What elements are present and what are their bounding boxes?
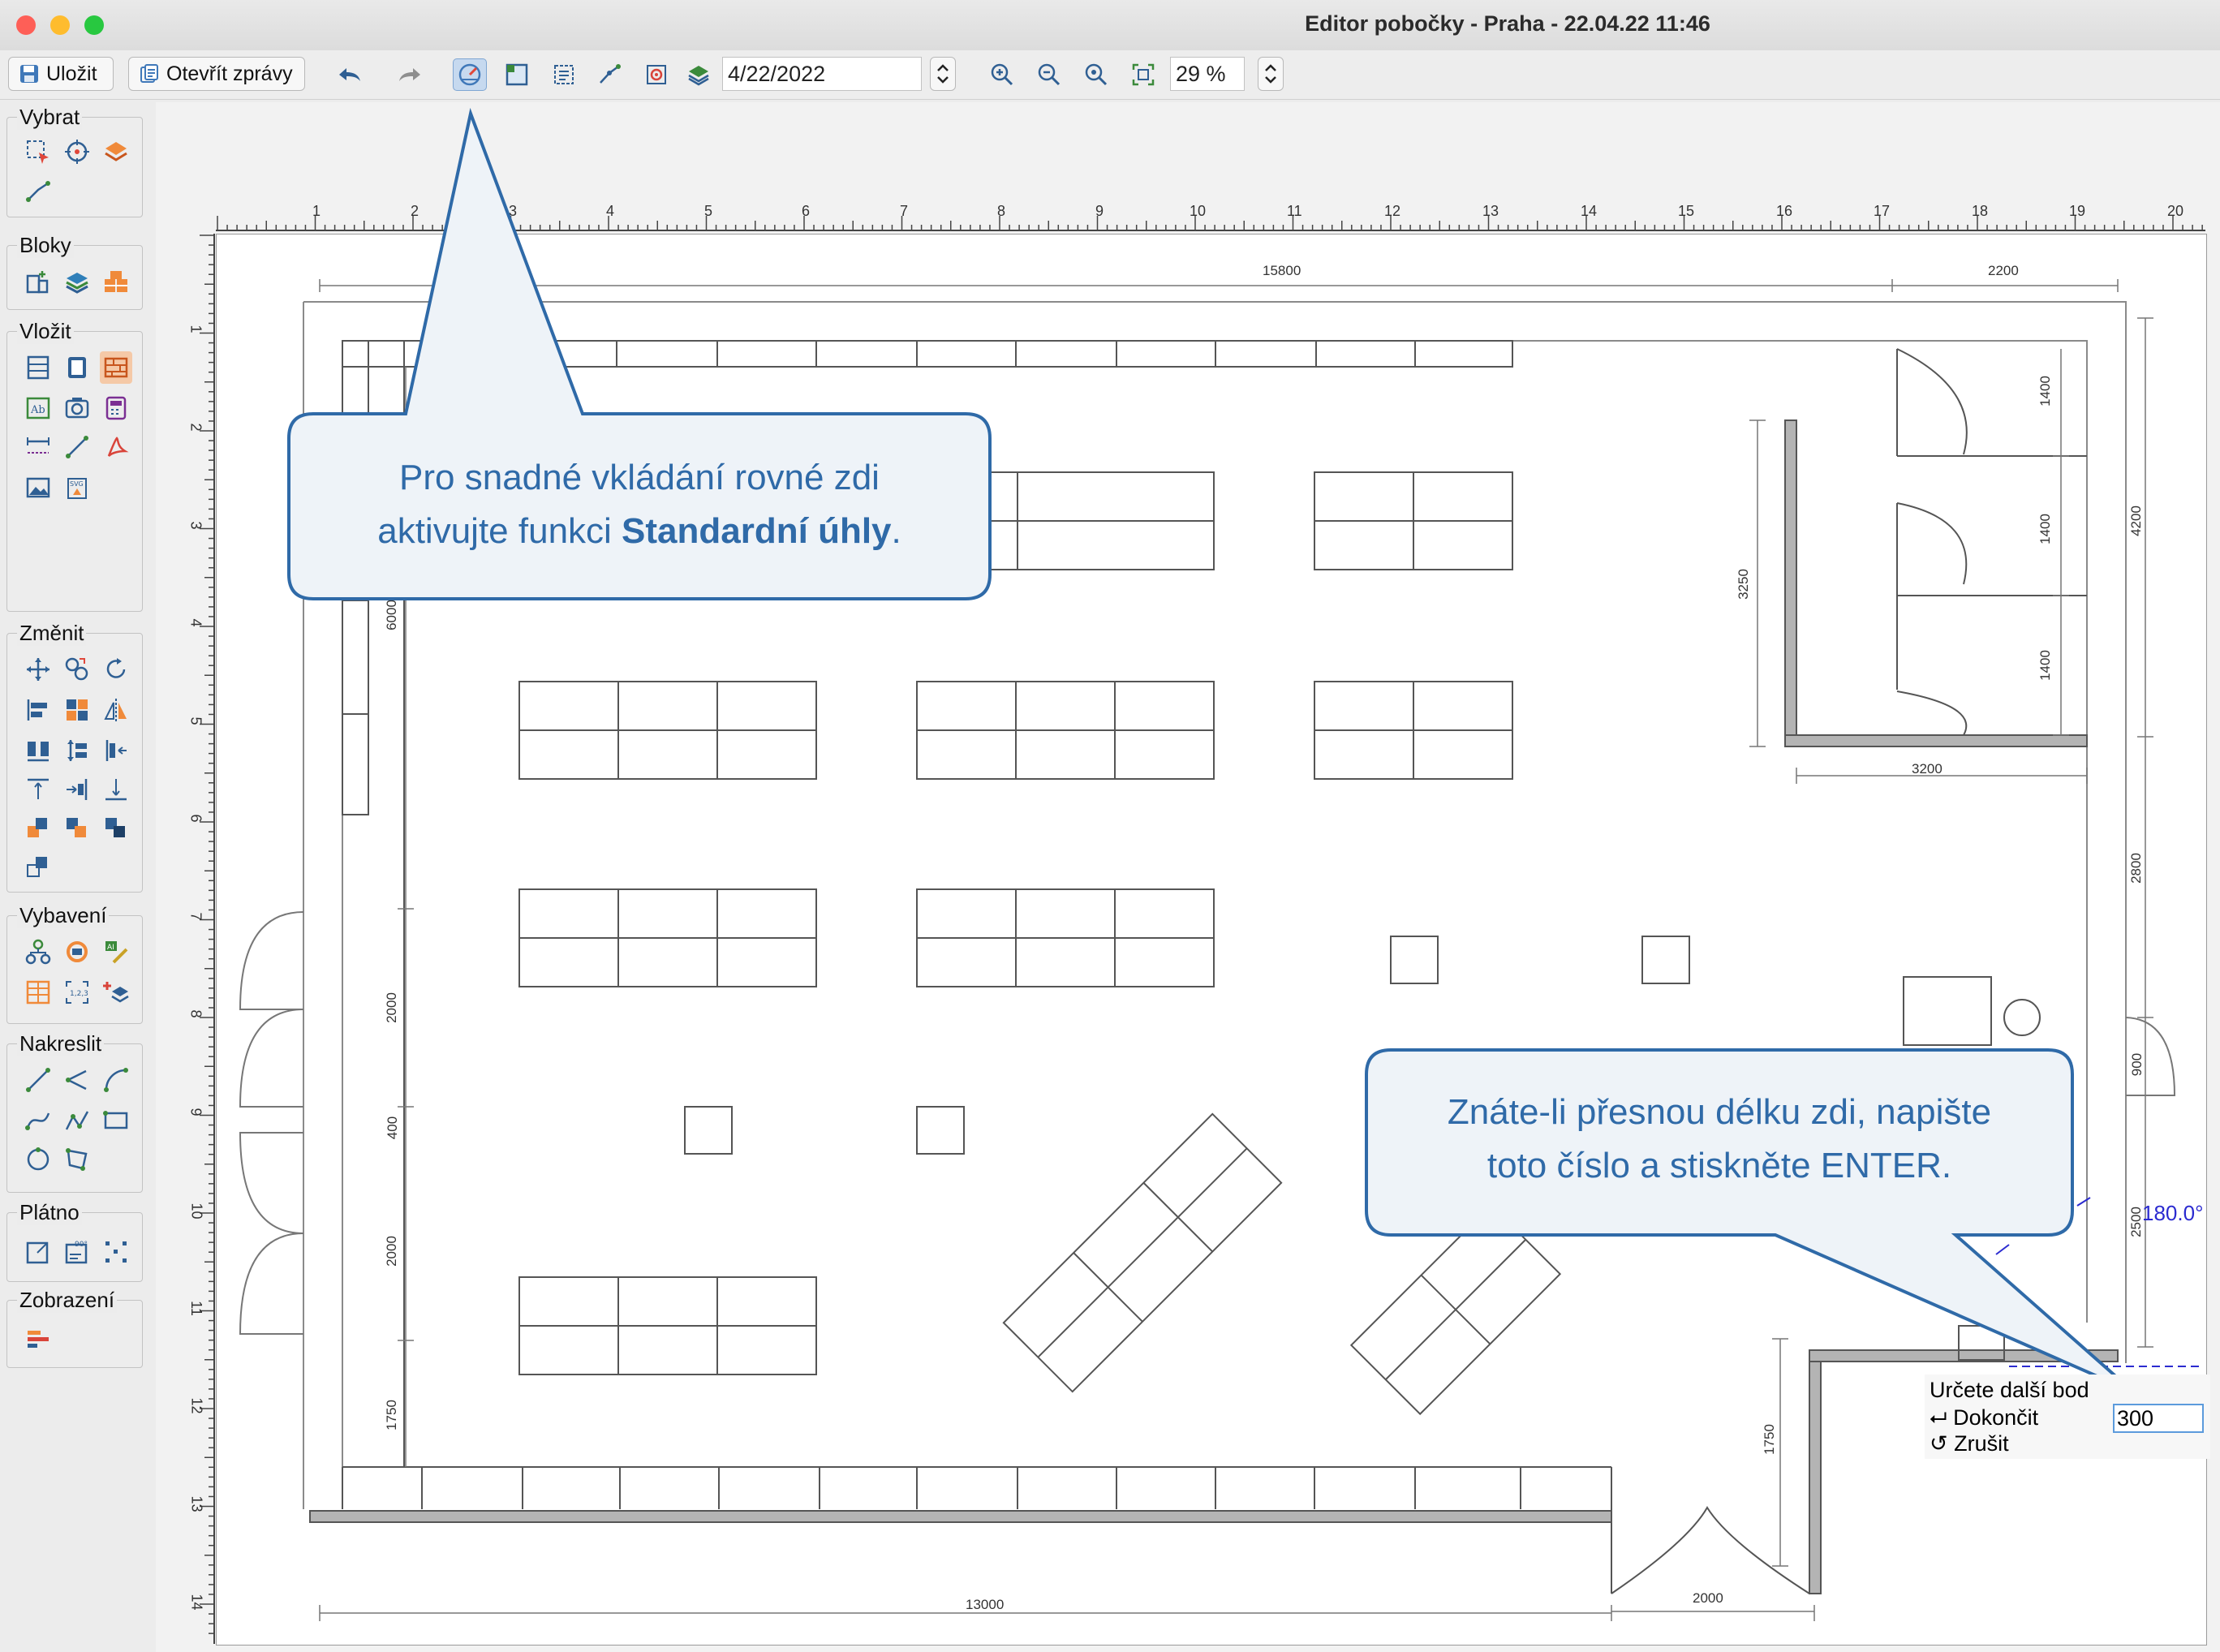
cancel-option[interactable]: ↺ Zrušit	[1930, 1431, 2009, 1456]
prompt-title: Určete další bod	[1930, 1378, 2089, 1402]
callout-top-line2-post: .	[891, 511, 901, 551]
callout-bottom-text: Znáte-li přesnou délku zdi, napište toto…	[1366, 1086, 2072, 1193]
cancel-label: Zrušit	[1954, 1431, 2009, 1456]
wall-length-input[interactable]	[2113, 1404, 2204, 1433]
callout-top-line1: Pro snadné vkládání rovné zdi	[399, 458, 880, 497]
finish-label: Dokončit	[1953, 1405, 2039, 1430]
enter-icon: ⮠	[1930, 1405, 1947, 1430]
callout-shapes	[287, 107, 2136, 1394]
callout-bottom-line2: toto číslo a stiskněte ENTER.	[1486, 1146, 1952, 1185]
callout-top-line2-pre: aktivujte funkci	[377, 511, 622, 551]
callout-top-line2-bold: Standardní úhly	[622, 511, 892, 551]
undo-cancel-icon: ↺	[1930, 1431, 1948, 1456]
finish-option[interactable]: ⮠ Dokončit	[1930, 1405, 2038, 1431]
next-point-prompt: Určete další bod ⮠ Dokončit ↺ Zrušit	[1925, 1375, 2210, 1459]
callout-bottom-line1: Znáte-li přesnou délku zdi, napište	[1447, 1092, 1992, 1132]
callout-top-text: Pro snadné vkládání rovné zdi aktivujte …	[289, 451, 990, 558]
